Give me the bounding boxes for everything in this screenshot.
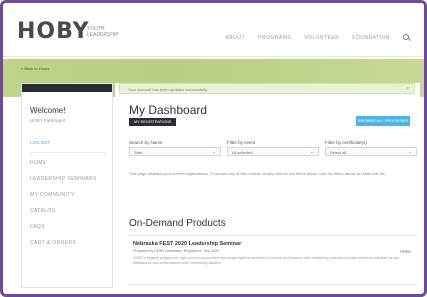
name-select[interactable]: Start ⌄ — [129, 147, 221, 156]
logo-tagline: YOUTH LEADERSHIP — [87, 26, 119, 38]
chevron-down-icon: ⌄ — [407, 149, 412, 155]
select-value: Start — [134, 150, 143, 155]
hoby-logo[interactable]: HOBY — [17, 19, 90, 44]
product-description: HOBY's flagship program for high school … — [133, 256, 399, 265]
nav-link-foundation[interactable]: FOUNDATION — [352, 35, 390, 41]
sidebar-item-home[interactable]: HOME — [30, 160, 97, 166]
breadcrumb[interactable]: « Back to Home — [21, 66, 49, 71]
browser-frame: HOBY YOUTH LEADERSHIP ABOUT PROGRAMS VOL… — [0, 0, 427, 297]
main-content: Your account has been updated successful… — [115, 83, 420, 293]
filter-label: Filter by event — [227, 140, 256, 145]
sidebar-header-bar — [22, 84, 112, 92]
product-name[interactable]: Nebraska FEST 2020 Leadership Seminar — [133, 241, 241, 247]
filter-label: Filter by certificate(s) — [325, 140, 367, 145]
alert-message: Your account has been updated successful… — [128, 87, 208, 92]
sidebar-item-my-community[interactable]: MY COMMUNITY — [30, 192, 97, 198]
welcome-text: Welcome! — [30, 106, 66, 115]
sidebar-item-cart-orders[interactable]: CART & ORDERS — [30, 240, 97, 246]
chevron-down-icon: ⌄ — [309, 149, 314, 155]
product-item[interactable]: Nebraska FEST 2020 Leadership Seminar Pr… — [129, 235, 417, 285]
nav-link-volunteer[interactable]: VOLUNTEER — [304, 35, 339, 41]
info-text: This page displays your current registra… — [129, 171, 386, 176]
select-value: All selected — [232, 150, 253, 155]
page-title: My Dashboard — [129, 103, 208, 117]
logout-link[interactable]: LOG OUT — [30, 140, 50, 145]
sidebar-item-catalog[interactable]: CATALOG — [30, 208, 97, 214]
sidebar-item-faqs[interactable]: FAQS — [30, 224, 97, 230]
registrations-tab[interactable]: MY REGISTRATIONS — [129, 118, 177, 126]
filter-label: Search by Name — [129, 140, 163, 145]
sidebar: Welcome! HOBY Participant LOG OUT HOME L… — [21, 83, 113, 288]
product-price: FREE — [400, 249, 411, 254]
sidebar-divider — [30, 152, 106, 153]
filter-event: Filter by event All selected ⌄ — [227, 140, 319, 156]
section-title: On-Demand Products — [129, 218, 226, 229]
filter-certificate: Filter by certificate(s) Select all ⌄ — [325, 140, 417, 156]
browse-programs-button[interactable]: BROWSE ALL PROGRAMS — [356, 116, 410, 126]
top-navigation: HOBY YOUTH LEADERSHIP ABOUT PROGRAMS VOL… — [3, 3, 424, 57]
filter-name: Search by Name Start ⌄ — [129, 140, 221, 156]
sidebar-menu: HOME LEADERSHIP SEMINARS MY COMMUNITY CA… — [30, 160, 97, 256]
event-select[interactable]: All selected ⌄ — [227, 147, 319, 156]
user-name: HOBY Participant — [30, 118, 66, 123]
chevron-down-icon: ⌄ — [211, 149, 216, 155]
sidebar-item-leadership-seminars[interactable]: LEADERSHIP SEMINARS — [30, 176, 97, 182]
close-icon[interactable]: × — [406, 86, 409, 92]
nav-link-programs[interactable]: PROGRAMS — [258, 35, 291, 41]
product-meta: Produced by HOBY Nebraska • Registered: … — [133, 249, 219, 253]
certificate-select[interactable]: Select all ⌄ — [325, 147, 417, 156]
success-alert: Your account has been updated successful… — [119, 83, 415, 94]
nav-links: ABOUT PROGRAMS VOLUNTEER FOUNDATION — [225, 34, 410, 41]
select-value: Select all — [330, 150, 347, 155]
search-icon[interactable] — [403, 34, 410, 41]
nav-link-about[interactable]: ABOUT — [225, 35, 245, 41]
